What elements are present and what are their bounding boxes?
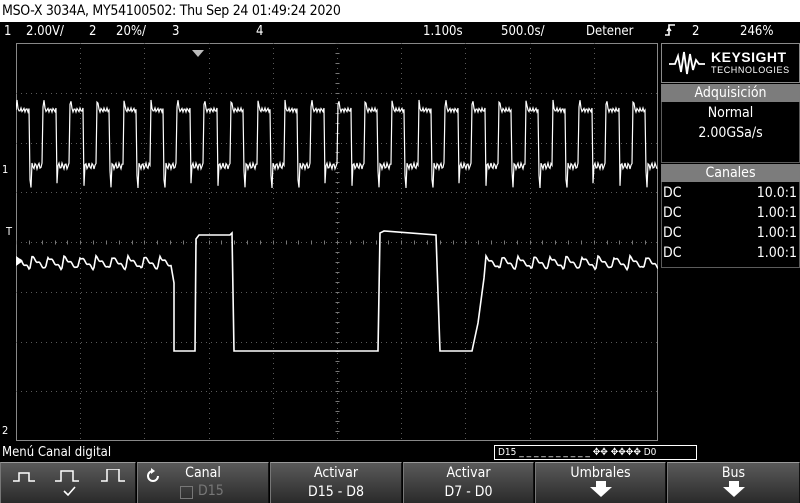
ch1-trace — [16, 99, 658, 189]
waveform-display[interactable] — [16, 43, 658, 441]
bus-softkey[interactable]: Bus — [667, 462, 800, 503]
umbrales-softkey[interactable]: Umbrales — [535, 462, 666, 503]
keysight-wave-icon — [669, 51, 705, 75]
activar-high-softkey[interactable]: Activar D15 - D8 — [270, 462, 402, 503]
ch2-ground-marker[interactable]: 2 — [2, 424, 8, 437]
sample-rate: 2.00GSa/s — [698, 125, 763, 141]
softkey-bar: Canal D15 Activar D15 - D8 Activar D7 - … — [0, 462, 800, 503]
menu-label: Menú Canal digital — [2, 445, 112, 460]
trigger-level[interactable]: 246% — [740, 22, 773, 41]
activar-low-softkey[interactable]: Activar D7 - D0 — [403, 462, 534, 503]
ch1-number[interactable]: 1 — [4, 22, 11, 41]
ch2-trace — [16, 230, 658, 352]
time-delay[interactable]: 1.100s — [423, 22, 463, 41]
channel-row-1[interactable]: DC 10.0:1 — [663, 183, 797, 203]
channel-row-3[interactable]: DC 1.00:1 — [663, 223, 797, 243]
brand-tagline: TECHNOLOGIES — [711, 65, 790, 75]
keysight-logo: KEYSIGHT TECHNOLOGIES — [661, 43, 800, 83]
ch1-scale[interactable]: 2.00V/ — [26, 22, 64, 41]
submenu-arrow-icon — [589, 481, 612, 497]
ch2-number[interactable]: 2 — [89, 22, 96, 41]
waveform-traces — [16, 99, 658, 352]
ch2-offset-arrow-icon[interactable] — [16, 251, 24, 270]
submenu-arrow-icon — [722, 481, 745, 497]
display-mode-softkey[interactable] — [0, 462, 136, 503]
signal-size-icons — [13, 469, 125, 497]
canal-value: D15 — [198, 483, 224, 499]
ch2-scale[interactable]: 20%/ — [116, 22, 146, 41]
time-scale[interactable]: 500.0s/ — [501, 22, 545, 41]
ch4-number[interactable]: 4 — [256, 22, 263, 41]
canal-softkey[interactable]: Canal D15 — [137, 462, 269, 503]
run-state[interactable]: Detener — [586, 22, 633, 41]
status-bar: 1 2.00V/ 2 20%/ 3 4 1.100s 500.0s/ Deten… — [0, 22, 800, 41]
acquisition-mode[interactable]: Normal — [661, 105, 800, 121]
trigger-edge-icon — [664, 22, 676, 44]
channels-header: Canales — [661, 164, 800, 182]
side-panel: KEYSIGHT TECHNOLOGIES Adquisición Normal… — [661, 43, 800, 443]
d15-checkbox[interactable] — [180, 486, 193, 499]
channel-row-4[interactable]: DC 1.00:1 — [663, 243, 797, 263]
trigger-position-icon[interactable] — [192, 43, 204, 62]
brand-name: KEYSIGHT — [711, 49, 787, 65]
channel-row-2[interactable]: DC 1.00:1 — [663, 203, 797, 223]
acquisition-header: Adquisición — [661, 84, 800, 102]
window-title: MSO-X 3034A, MY54100502: Thu Sep 24 01:4… — [0, 0, 800, 22]
trigger-marker[interactable]: T — [6, 225, 12, 238]
trigger-channel[interactable]: 2 — [692, 22, 699, 41]
ch1-ground-marker[interactable]: 1 — [2, 163, 8, 176]
digital-channel-bar: D15 _ _ _ _ _ _ _ _ _ _ ✥✥ ✥✥✥✥ D0 — [494, 445, 697, 460]
ch3-number[interactable]: 3 — [172, 22, 179, 41]
